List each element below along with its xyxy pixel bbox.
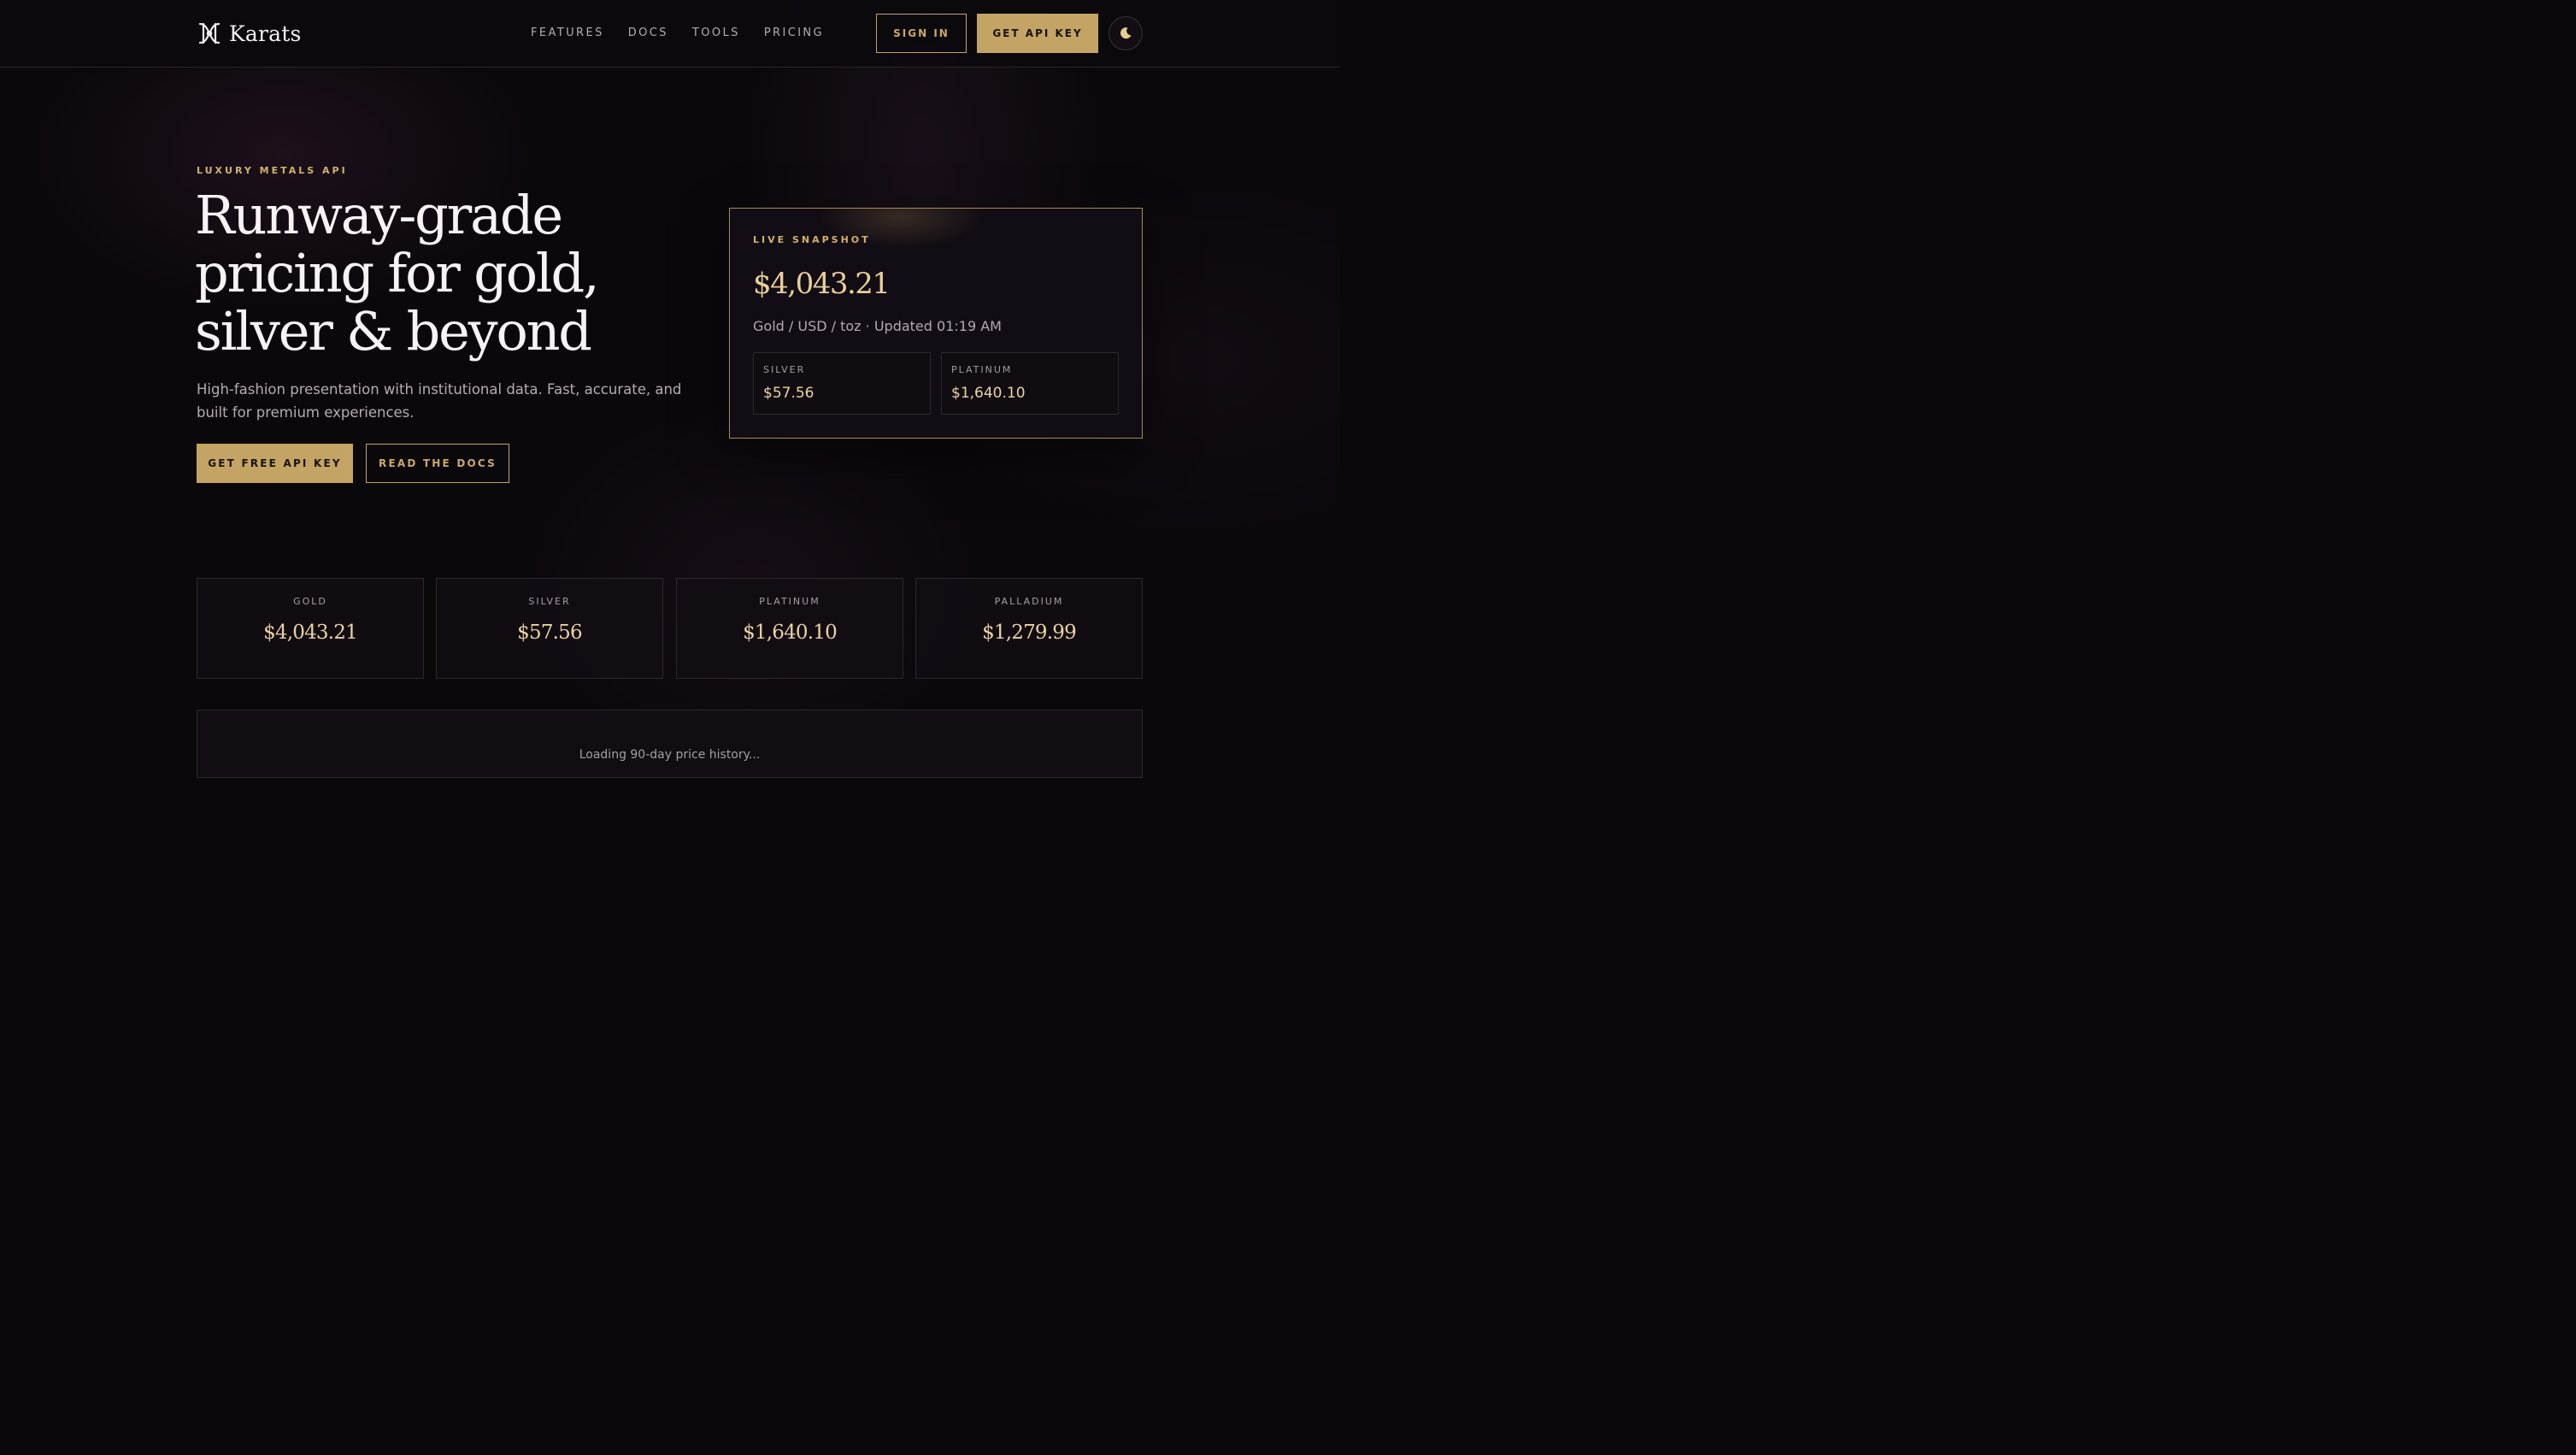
sign-in-button[interactable]: SIGN IN: [876, 14, 967, 53]
snapshot-silver-tile: SILVER $57.56: [753, 352, 931, 415]
price-history-panel: Loading 90-day price history...: [197, 710, 1143, 778]
page: Karats FEATURES DOCS TOOLS PRICING SIGN …: [0, 0, 1340, 778]
price-card-value: $1,279.99: [982, 621, 1077, 644]
metal-price-cards: GOLD $4,043.21 SILVER $57.56 PLATINUM $1…: [197, 578, 1143, 679]
theme-toggle-button[interactable]: [1109, 16, 1143, 50]
price-card-label: PLATINUM: [759, 596, 820, 607]
hero-title: Runway-grade pricing for gold, silver & …: [195, 186, 708, 361]
hero-title-line-1: Runway-grade: [195, 184, 563, 246]
ornamental-k-monogram-icon: [198, 22, 221, 44]
get-free-api-key-button[interactable]: GET FREE API KEY: [197, 444, 353, 483]
snapshot-silver-label: SILVER: [763, 364, 806, 375]
price-card-silver: SILVER $57.56: [436, 578, 663, 679]
hero-subtitle: High-fashion presentation with instituti…: [197, 381, 682, 421]
price-card-palladium: PALLADIUM $1,279.99: [915, 578, 1143, 679]
brand-logo[interactable]: Karats: [197, 19, 302, 48]
snapshot-silver-value: $57.56: [763, 385, 815, 402]
price-card-label: PALLADIUM: [994, 596, 1064, 607]
price-card-value: $4,043.21: [263, 621, 358, 644]
nav-link-features[interactable]: FEATURES: [531, 27, 604, 39]
snapshot-meta: Gold / USD / toz · Updated 01:19 AM: [753, 318, 1002, 334]
brand-name: Karats: [229, 21, 302, 46]
hero-eyebrow: LUXURY METALS API: [197, 165, 348, 176]
price-card-value: $57.56: [517, 621, 582, 644]
main-nav: FEATURES DOCS TOOLS PRICING: [531, 27, 824, 39]
price-card-platinum: PLATINUM $1,640.10: [676, 578, 903, 679]
hero-title-line-3: silver & beyond: [195, 300, 592, 362]
price-card-gold: GOLD $4,043.21: [197, 578, 424, 679]
nav-link-pricing[interactable]: PRICING: [764, 27, 824, 39]
moon-icon: [1120, 27, 1132, 39]
get-api-key-button[interactable]: GET API KEY: [977, 14, 1098, 53]
top-navbar: Karats FEATURES DOCS TOOLS PRICING SIGN …: [0, 0, 1340, 68]
snapshot-gold-price: $4,043.21: [753, 267, 891, 301]
price-card-value: $1,640.10: [743, 621, 838, 644]
history-loading-text: Loading 90-day price history...: [579, 748, 761, 762]
snapshot-label: LIVE SNAPSHOT: [753, 234, 871, 245]
snapshot-platinum-value: $1,640.10: [951, 385, 1026, 402]
read-the-docs-button[interactable]: READ THE DOCS: [366, 444, 509, 483]
hero-title-line-2: pricing for gold,: [195, 242, 600, 304]
price-card-label: GOLD: [293, 596, 327, 607]
snapshot-platinum-label: PLATINUM: [951, 364, 1013, 375]
snapshot-platinum-tile: PLATINUM $1,640.10: [941, 352, 1119, 415]
nav-link-docs[interactable]: DOCS: [628, 27, 668, 39]
price-card-label: SILVER: [528, 596, 571, 607]
nav-link-tools[interactable]: TOOLS: [692, 27, 740, 39]
live-snapshot-card: LIVE SNAPSHOT $4,043.21 Gold / USD / toz…: [729, 208, 1143, 439]
